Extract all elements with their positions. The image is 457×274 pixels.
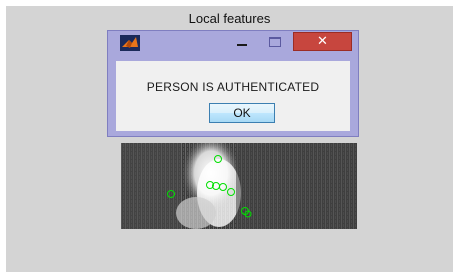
dialog-content: PERSON IS AUTHENTICATED OK	[116, 61, 350, 131]
dialog-titlebar[interactable]: ✕	[108, 31, 358, 55]
minimize-button[interactable]	[232, 35, 252, 49]
authentication-dialog: ✕ PERSON IS AUTHENTICATED OK	[107, 30, 359, 137]
feature-image-axes	[121, 143, 357, 229]
ok-button[interactable]: OK	[209, 103, 275, 123]
authentication-message: PERSON IS AUTHENTICATED	[146, 80, 320, 94]
matlab-logo-icon	[120, 35, 140, 51]
figure-title: Local features	[188, 11, 271, 26]
feature-image	[121, 143, 357, 229]
close-button[interactable]: ✕	[293, 32, 352, 51]
maximize-button[interactable]	[263, 35, 287, 49]
